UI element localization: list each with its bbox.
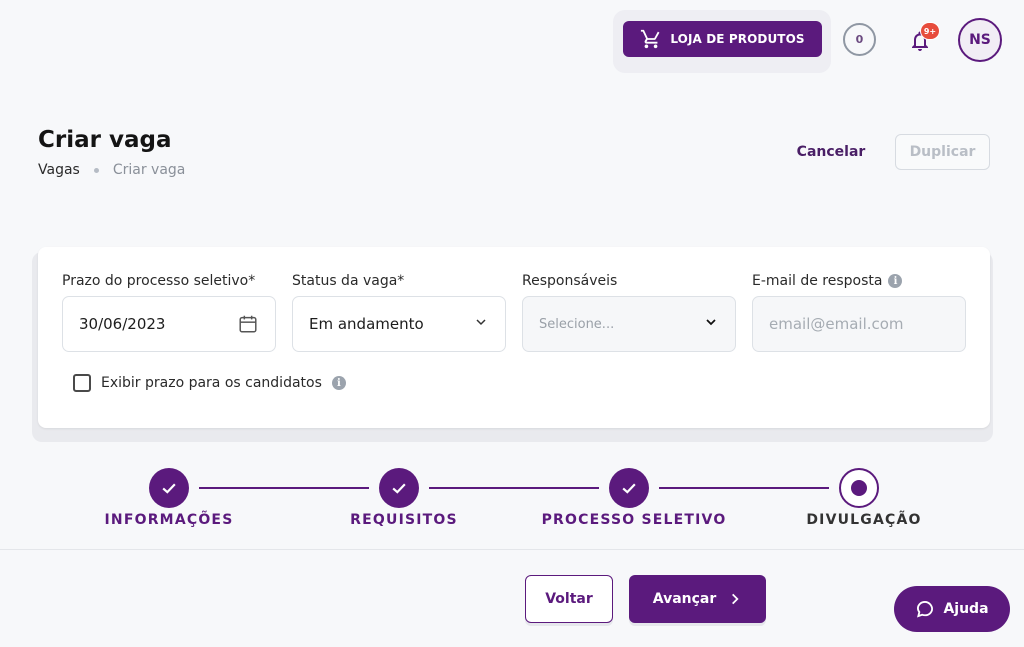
breadcrumb: Vagas Criar vaga bbox=[38, 162, 185, 178]
breadcrumb-separator bbox=[93, 167, 99, 173]
info-icon[interactable]: i bbox=[888, 274, 903, 288]
check-icon bbox=[622, 483, 636, 494]
step-label-divulgacao[interactable]: DIVULGAÇÃO bbox=[794, 512, 934, 528]
deadline-label: Prazo do processo seletivo* bbox=[62, 273, 255, 289]
status-label: Status da vaga* bbox=[292, 273, 404, 289]
deadline-label-text: Prazo do processo seletivo* bbox=[62, 273, 256, 289]
avatar[interactable]: NS bbox=[958, 18, 1002, 62]
stepper-connector bbox=[199, 487, 369, 489]
chat-bubble-icon bbox=[917, 600, 934, 618]
stepper-connector bbox=[429, 487, 599, 489]
email-label-text: E-mail de resposta bbox=[752, 273, 883, 289]
step-processo-seletivo[interactable] bbox=[609, 468, 649, 508]
status-label-text: Status da vaga* bbox=[292, 273, 405, 289]
chevron-down-icon bbox=[703, 314, 719, 334]
current-step-dot bbox=[851, 480, 867, 496]
deadline-date-field[interactable]: 30/06/2023 bbox=[62, 296, 276, 352]
notification-count-badge: 9+ bbox=[920, 22, 940, 40]
deadline-value: 30/06/2023 bbox=[79, 315, 166, 333]
footer-divider bbox=[0, 549, 1024, 550]
status-select[interactable]: Em andamento bbox=[292, 296, 506, 352]
step-label-processo-seletivo[interactable]: PROCESSO SELETIVO bbox=[534, 512, 734, 528]
page-title: Criar vaga bbox=[38, 127, 172, 153]
show-deadline-option: Exibir prazo para os candidatos i bbox=[73, 374, 346, 392]
step-label-requisitos[interactable]: REQUISITOS bbox=[339, 512, 469, 528]
next-button[interactable]: Avançar bbox=[629, 575, 766, 623]
help-button[interactable]: Ajuda bbox=[894, 586, 1010, 632]
breadcrumb-vagas-link[interactable]: Vagas bbox=[38, 162, 80, 178]
chevron-down-icon bbox=[473, 314, 489, 334]
show-deadline-checkbox[interactable] bbox=[73, 374, 91, 392]
check-icon bbox=[162, 483, 176, 494]
shop-button-label: LOJA DE PRODUTOS bbox=[670, 32, 805, 46]
step-label-informacoes[interactable]: INFORMAÇÕES bbox=[99, 512, 239, 528]
step-informacoes[interactable] bbox=[149, 468, 189, 508]
calendar-icon[interactable] bbox=[237, 313, 259, 335]
show-deadline-label: Exibir prazo para os candidatos bbox=[101, 375, 322, 391]
info-icon[interactable]: i bbox=[331, 376, 346, 390]
cancel-button[interactable]: Cancelar bbox=[790, 136, 872, 168]
next-button-label: Avançar bbox=[652, 591, 717, 607]
duplicate-button[interactable]: Duplicar bbox=[895, 134, 990, 170]
back-button[interactable]: Voltar bbox=[525, 575, 613, 623]
check-icon bbox=[392, 483, 406, 494]
shop-button[interactable]: LOJA DE PRODUTOS bbox=[623, 21, 822, 57]
email-field[interactable]: email@email.com bbox=[752, 296, 966, 352]
owners-placeholder: Selecione... bbox=[539, 316, 615, 332]
step-requisitos[interactable] bbox=[379, 468, 419, 508]
status-value: Em andamento bbox=[309, 315, 424, 333]
breadcrumb-current: Criar vaga bbox=[112, 162, 186, 178]
owners-label: Responsáveis bbox=[522, 273, 617, 289]
email-label: E-mail de resposta i bbox=[752, 273, 903, 289]
help-button-label: Ajuda bbox=[943, 601, 989, 617]
owners-label-text: Responsáveis bbox=[522, 273, 618, 289]
step-divulgacao[interactable] bbox=[839, 468, 879, 508]
cart-icon bbox=[641, 29, 660, 49]
email-placeholder: email@email.com bbox=[769, 315, 904, 333]
chevron-right-icon bbox=[732, 593, 739, 605]
owners-select[interactable]: Selecione... bbox=[522, 296, 736, 352]
points-counter[interactable]: 0 bbox=[843, 23, 876, 56]
stepper-connector bbox=[659, 487, 829, 489]
